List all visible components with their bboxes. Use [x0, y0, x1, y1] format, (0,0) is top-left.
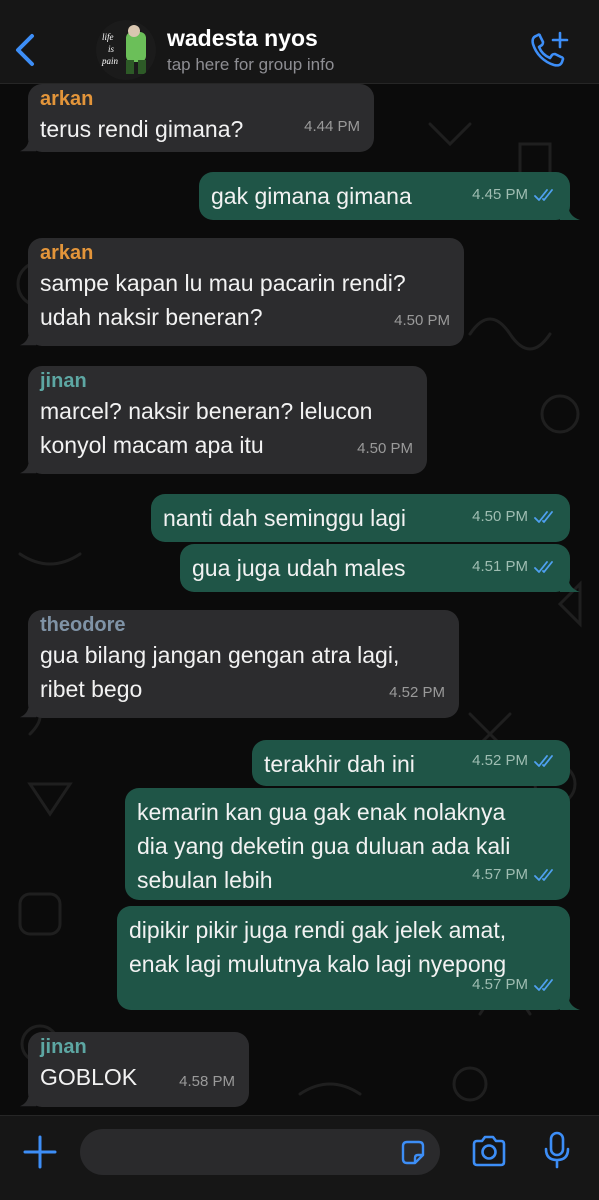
outgoing-message[interactable]: gua juga udah males 4.51 PM: [180, 544, 580, 592]
message-list[interactable]: arkan terus rendi gimana? 4.44 PM gak giman…: [0, 84, 599, 1115]
message-meta: 4.52 PM: [472, 744, 556, 778]
message-field[interactable]: [80, 1129, 440, 1177]
phone-add-icon[interactable]: [528, 30, 570, 70]
outgoing-message[interactable]: kemarin kan gua gak enak nolaknya dia ya…: [125, 788, 570, 900]
double-check-icon: [534, 189, 553, 201]
group-avatar[interactable]: life is pain: [96, 20, 156, 80]
message-time: 4.50 PM: [472, 508, 528, 525]
message-text: sampe kapan lu mau pacarin rendi? udah n…: [40, 270, 406, 330]
microphone-icon[interactable]: [542, 1130, 572, 1170]
sender-name[interactable]: arkan: [40, 86, 360, 112]
bubble-tail: [20, 330, 37, 346]
bubble-tail: [20, 136, 37, 152]
message-time: 4.51 PM: [472, 558, 528, 575]
message-meta: 4.51 PM: [472, 550, 556, 584]
message-meta: 4.57 PM: [472, 968, 556, 1002]
group-info-hint[interactable]: tap here for group info: [167, 55, 334, 75]
bubble-tail: [560, 204, 580, 220]
double-check-icon: [534, 561, 553, 573]
incoming-message[interactable]: theodore gua bilang jangan gengan atra la…: [20, 610, 459, 718]
message-meta: 4.57 PM: [472, 858, 556, 892]
bubble-tail: [20, 1091, 37, 1107]
chevron-left-icon[interactable]: [10, 30, 40, 70]
message-time: 4.52 PM: [389, 684, 445, 701]
message-meta: 4.50 PM: [394, 304, 450, 338]
message-time: 4.50 PM: [357, 440, 413, 457]
message-time: 4.58 PM: [179, 1073, 235, 1090]
message-time: 4.57 PM: [472, 976, 528, 993]
incoming-message[interactable]: jinan marcel? naksir beneran? lelucon kon…: [20, 366, 427, 474]
message-meta: 4.58 PM: [179, 1065, 235, 1099]
sender-name[interactable]: arkan: [40, 240, 450, 266]
bubble-tail: [20, 458, 37, 474]
bubble-tail: [20, 702, 37, 718]
chat-header: life is pain wadesta nyos tap here for g…: [0, 0, 599, 84]
double-check-icon: [534, 869, 553, 881]
outgoing-message[interactable]: gak gimana gimana 4.45 PM: [199, 172, 580, 220]
double-check-icon: [534, 979, 553, 991]
double-check-icon: [534, 755, 553, 767]
incoming-message[interactable]: arkan sampe kapan lu mau pacarin rendi? u…: [20, 238, 464, 346]
outgoing-message[interactable]: nanti dah seminggu lagi 4.50 PM: [151, 494, 570, 542]
composer-bar: [0, 1115, 599, 1200]
sender-name[interactable]: theodore: [40, 612, 445, 638]
message-time: 4.52 PM: [472, 752, 528, 769]
incoming-message[interactable]: arkan terus rendi gimana? 4.44 PM: [20, 84, 374, 152]
message-meta: 4.45 PM: [472, 178, 556, 212]
double-check-icon: [534, 511, 553, 523]
outgoing-message[interactable]: terakhir dah ini 4.52 PM: [252, 740, 570, 786]
chat-title[interactable]: wadesta nyos: [167, 25, 318, 52]
svg-text:is: is: [108, 44, 115, 54]
svg-text:life: life: [102, 32, 114, 42]
message-time: 4.45 PM: [472, 186, 528, 203]
plus-icon[interactable]: [22, 1134, 58, 1170]
message-meta: 4.44 PM: [304, 110, 360, 144]
bubble-tail: [560, 576, 580, 592]
message-text: gua bilang jangan gengan atra lagi, ribe…: [40, 642, 400, 702]
sender-name[interactable]: jinan: [40, 1034, 235, 1060]
message-meta: 4.50 PM: [357, 432, 413, 466]
message-time: 4.57 PM: [472, 866, 528, 883]
message-input[interactable]: [96, 1129, 390, 1177]
svg-text:pain: pain: [101, 56, 119, 66]
message-time: 4.50 PM: [394, 312, 450, 329]
camera-icon[interactable]: [470, 1134, 508, 1168]
sender-name[interactable]: jinan: [40, 368, 413, 394]
bubble-tail: [560, 994, 580, 1010]
message-meta: 4.50 PM: [472, 500, 556, 534]
message-time: 4.44 PM: [304, 118, 360, 135]
outgoing-message[interactable]: dipikir pikir juga rendi gak jelek amat,…: [117, 906, 580, 1010]
message-meta: 4.52 PM: [389, 676, 445, 710]
incoming-message[interactable]: jinan GOBLOK 4.58 PM: [20, 1032, 249, 1107]
sticker-icon[interactable]: [398, 1138, 428, 1168]
